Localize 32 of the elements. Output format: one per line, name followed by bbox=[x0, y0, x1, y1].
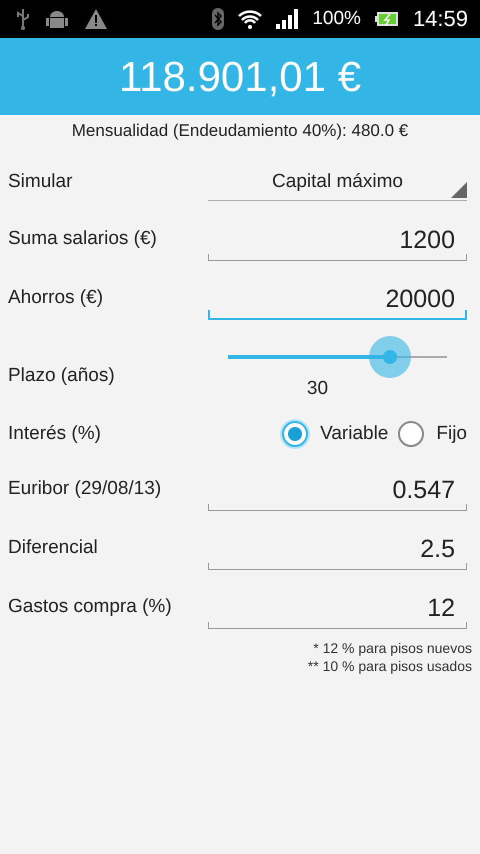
slider-value: 30 bbox=[306, 378, 328, 400]
radio-option[interactable]: Variable bbox=[282, 421, 388, 447]
input-field[interactable]: 20000 bbox=[208, 276, 467, 320]
input-field[interactable]: 0.547 bbox=[208, 466, 467, 510]
battery-charging-icon bbox=[374, 11, 399, 27]
field-label: Interés (%) bbox=[8, 423, 102, 445]
wifi-icon bbox=[238, 9, 262, 29]
usb-icon bbox=[16, 8, 30, 30]
footnote: ** 10 % para pisos usados bbox=[308, 658, 472, 674]
clock-time: 14:59 bbox=[412, 6, 468, 32]
bluetooth-icon bbox=[212, 8, 224, 30]
battery-percentage: 100% bbox=[312, 8, 361, 30]
field-label: Euribor (29/08/13) bbox=[8, 478, 162, 500]
slider[interactable] bbox=[228, 336, 447, 378]
input-field[interactable]: 2.5 bbox=[208, 526, 467, 570]
loan-amount: 118.901,01 € bbox=[118, 52, 362, 100]
dropdown-corner-icon bbox=[451, 182, 467, 198]
warning-icon bbox=[84, 8, 108, 30]
field-label: Gastos compra (%) bbox=[8, 596, 173, 618]
input-field[interactable]: 12 bbox=[208, 584, 467, 628]
field-label: Diferencial bbox=[8, 536, 99, 558]
input-field[interactable]: 1200 bbox=[208, 216, 467, 260]
field-label: Suma salarios (€) bbox=[8, 228, 158, 250]
monthly-payment-text: Mensualidad (Endeudamiento 40%): 480.0 € bbox=[70, 120, 410, 142]
slider-thumb[interactable] bbox=[369, 336, 412, 378]
dropdown[interactable]: Capital máximo bbox=[208, 164, 467, 200]
field-label: Simular bbox=[8, 171, 74, 193]
footnote: * 12 % para pisos nuevos bbox=[313, 640, 472, 656]
radio-option[interactable]: Fijo bbox=[398, 421, 467, 447]
field-label: Plazo (años) bbox=[8, 365, 116, 387]
signal-icon bbox=[276, 9, 298, 29]
field-label: Ahorros (€) bbox=[8, 286, 104, 308]
